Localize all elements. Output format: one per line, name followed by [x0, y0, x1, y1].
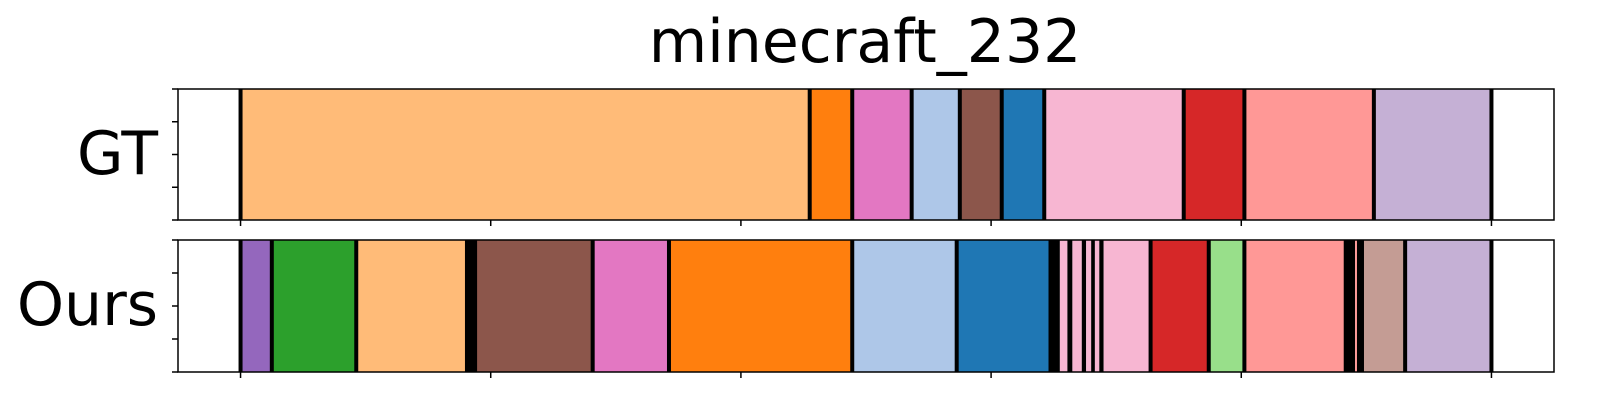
ours-segment	[1491, 240, 1554, 372]
ours-segment	[1150, 240, 1209, 372]
gt-segment	[1244, 89, 1374, 220]
gt-segment	[240, 89, 810, 220]
ours-segment	[1081, 240, 1087, 372]
gt-segment	[852, 89, 912, 220]
gt-segment	[1491, 89, 1554, 220]
ours-segment	[1099, 240, 1104, 372]
gt-segment	[1044, 89, 1184, 220]
gt-segment	[911, 89, 960, 220]
ours-segment	[592, 240, 669, 372]
ours-segment	[356, 240, 467, 372]
gt-segment	[1183, 89, 1245, 220]
ours-segment	[178, 240, 241, 372]
ours-segment	[475, 240, 593, 372]
ours-segment	[1405, 240, 1492, 372]
gt-segment	[178, 89, 241, 220]
ours-segment	[1244, 240, 1346, 372]
gt-segment	[1373, 89, 1492, 220]
row-label-ours: Ours	[17, 270, 158, 340]
ours-segment	[852, 240, 957, 372]
ours-segment	[240, 240, 272, 372]
gt-segment	[1001, 89, 1045, 220]
ours-segment	[1355, 240, 1357, 372]
ours-segment	[1067, 240, 1073, 372]
ours-segment	[1086, 240, 1092, 372]
segmentation-chart: minecraft_232 GT Ours	[17, 7, 1555, 378]
ours-segment	[1059, 240, 1068, 372]
ours-segment	[1094, 240, 1100, 372]
row-label-gt: GT	[77, 119, 158, 189]
ours-row	[172, 239, 1555, 378]
ours-segment	[1208, 240, 1245, 372]
gt-segment	[809, 89, 853, 220]
ours-segment	[668, 240, 853, 372]
ours-segment	[956, 240, 1051, 372]
ours-segment	[1103, 240, 1151, 372]
gt-segment	[959, 89, 1002, 220]
chart-title: minecraft_232	[649, 7, 1082, 77]
ours-segment	[1072, 240, 1082, 372]
gt-row	[172, 88, 1555, 226]
ours-segment	[1091, 240, 1095, 372]
ours-segment	[271, 240, 357, 372]
ours-segment	[1361, 240, 1406, 372]
